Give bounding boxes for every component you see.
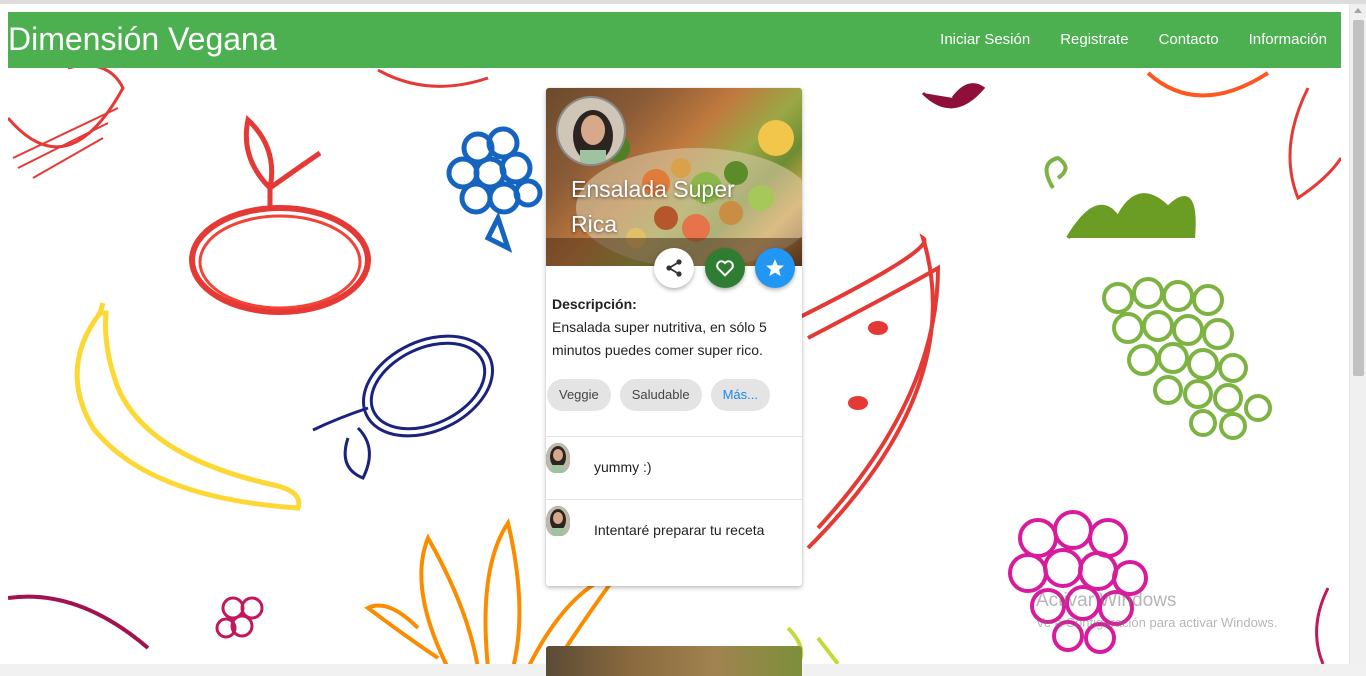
tag-chips: Veggie Saludable Más... [547, 379, 770, 411]
blue-berry-doodle [446, 126, 543, 253]
comment-item: yummy :) [546, 436, 802, 499]
watermark-subtitle: Ve a Configuración para activar Windows. [1036, 615, 1278, 630]
top-navbar: Dimensión Vegana Iniciar Sesión Registra… [8, 12, 1341, 68]
description-label: Descripción: [552, 296, 637, 312]
magenta-berry-doodle [1008, 510, 1148, 654]
browser-viewport: Dimensión Vegana Iniciar Sesión Registra… [0, 0, 1366, 676]
comment-avatar[interactable] [546, 506, 570, 536]
recipe-title: Ensalada Super Rica [571, 176, 735, 237]
commenter-photo [546, 506, 570, 536]
nav-link-contact[interactable]: Contacto [1159, 31, 1219, 48]
brand-title[interactable]: Dimensión Vegana [8, 21, 277, 58]
tag-chip-saludable[interactable]: Saludable [619, 379, 702, 411]
next-recipe-card[interactable] [546, 646, 802, 676]
browser-chrome-edge [0, 0, 1366, 4]
comment-avatar[interactable] [546, 443, 570, 473]
rate-button[interactable] [755, 248, 795, 288]
author-avatar[interactable] [556, 96, 626, 166]
recipe-card: Ensalada Super Rica Descripción: Ensalad… [546, 88, 802, 586]
nav-link-register[interactable]: Registrate [1060, 31, 1128, 48]
plum-doodle [312, 334, 494, 480]
banana-doodle [74, 302, 302, 511]
red-apple-doodle [189, 115, 371, 315]
grapes-doodle [1044, 155, 1272, 440]
share-icon [666, 259, 682, 277]
comment-text: yummy :) [594, 459, 652, 475]
watermelon-doodle [797, 233, 941, 550]
nav-link-login[interactable]: Iniciar Sesión [940, 31, 1030, 48]
scroll-thumb[interactable] [1353, 20, 1364, 376]
star-icon [766, 259, 784, 277]
nav-link-info[interactable]: Información [1249, 31, 1327, 48]
comment-item: Intentaré preparar tu receta [546, 499, 802, 562]
favorite-button[interactable] [705, 248, 745, 288]
recipe-description: Descripción: Ensalada super nutritiva, e… [552, 293, 792, 362]
windows-activation-watermark: Activar Windows Ve a Configuración para … [1036, 590, 1277, 630]
commenter-photo [546, 443, 570, 473]
share-button[interactable] [654, 248, 694, 288]
tag-chip-veggie[interactable]: Veggie [547, 379, 611, 411]
heart-icon [716, 260, 734, 277]
scroll-up-arrow-icon[interactable] [1354, 8, 1362, 13]
recipe-image: Ensalada Super Rica [546, 88, 802, 266]
description-text: Ensalada super nutritiva, en sólo 5 minu… [552, 319, 767, 358]
more-tags-button[interactable]: Más... [710, 379, 770, 411]
comment-text: Intentaré preparar tu receta [594, 522, 765, 538]
watermark-title: Activar Windows [1036, 590, 1177, 611]
nav-links: Iniciar Sesión Registrate Contacto Infor… [940, 31, 1327, 48]
vertical-scrollbar[interactable] [1349, 4, 1366, 664]
